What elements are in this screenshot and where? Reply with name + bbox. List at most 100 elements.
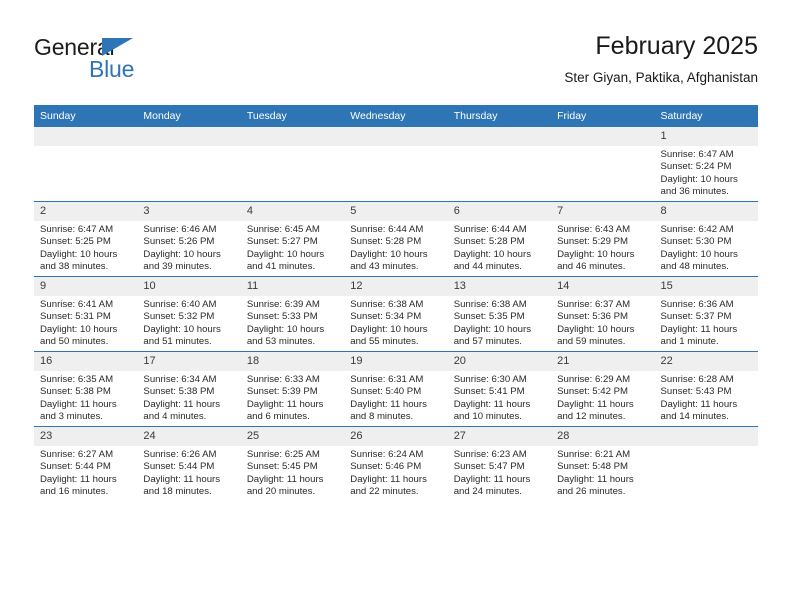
sunset-text: Sunset: 5:29 PM [557,236,629,248]
sunset-text: Sunset: 5:44 PM [40,461,111,473]
calendar-day-cell[interactable]: 14 Sunrise: 6:37 AM Sunset: 5:36 PM Dayligh… [551,276,655,352]
calendar-day-cell[interactable]: 27 Sunrise: 6:23 AM Sunset: 5:47 PM Dayligh… [447,426,552,501]
day-sun-info: Sunrise: 6:26 AM Sunset: 5:44 PM Daylight:… [137,446,240,499]
day-sun-info: Sunrise: 6:36 AM Sunset: 5:37 PM Daylight:… [655,296,758,349]
calendar-day-cell-empty [344,127,448,202]
daylight-text: Daylight: 11 hours and 24 minutes. [453,473,531,498]
daylight-text: Daylight: 10 hours and 43 minutes. [350,248,428,273]
day-number-placeholder [551,127,655,146]
daylight-text: Daylight: 11 hours and 12 minutes. [557,398,634,423]
daylight-text: Daylight: 11 hours and 14 minutes. [660,398,738,423]
day-number: 17 [137,352,241,371]
daylight-text: Daylight: 10 hours and 57 minutes. [453,323,532,348]
day-sun-info: Sunrise: 6:33 AM Sunset: 5:39 PM Daylight:… [241,371,344,424]
calendar-day-cell[interactable]: 21 Sunrise: 6:29 AM Sunset: 5:42 PM Dayligh… [551,351,655,427]
day-number-placeholder [34,127,138,146]
calendar-day-cell[interactable]: 26 Sunrise: 6:24 AM Sunset: 5:46 PM Dayligh… [344,426,448,501]
daylight-text: Daylight: 11 hours and 8 minutes. [350,398,427,423]
weekday-header-wednesday: Wednesday [344,105,448,127]
page-title: February 2025 [595,32,758,60]
calendar-day-cell[interactable]: 25 Sunrise: 6:25 AM Sunset: 5:45 PM Dayligh… [240,426,345,501]
calendar-day-cell[interactable]: 12 Sunrise: 6:38 AM Sunset: 5:34 PM Dayligh… [344,276,448,352]
sunrise-text: Sunrise: 6:31 AM [350,374,424,385]
day-sun-info: Sunrise: 6:39 AM Sunset: 5:33 PM Daylight:… [241,296,344,349]
daylight-text: Daylight: 11 hours and 26 minutes. [557,473,634,498]
sunset-text: Sunset: 5:26 PM [143,236,215,248]
day-number: 9 [34,277,138,296]
sunset-text: Sunset: 5:40 PM [350,386,422,398]
daylight-text: Daylight: 10 hours and 59 minutes. [557,323,635,348]
calendar-day-cell[interactable]: 10 Sunrise: 6:40 AM Sunset: 5:32 PM Dayligh… [137,276,241,352]
daylight-text: Daylight: 10 hours and 55 minutes. [350,323,428,348]
calendar-day-cell[interactable]: 5 Sunrise: 6:44 AM Sunset: 5:28 PM Daylight… [344,201,448,277]
day-number: 11 [240,277,345,296]
sunset-text: Sunset: 5:45 PM [246,461,318,473]
sunrise-text: Sunrise: 6:33 AM [246,374,320,385]
calendar-day-cell[interactable]: 9 Sunrise: 6:41 AM Sunset: 5:31 PM Daylight… [34,276,138,352]
day-number: 4 [240,202,345,221]
day-number-placeholder [654,427,758,446]
sunset-text: Sunset: 5:47 PM [453,461,525,473]
calendar-body: 1 Sunrise: 6:47 AM Sunset: 5:24 PM Daylight… [34,127,758,501]
day-number: 28 [551,427,655,446]
weekday-header-friday: Friday [551,105,655,127]
calendar-day-cell[interactable]: 28 Sunrise: 6:21 AM Sunset: 5:48 PM Dayligh… [551,426,655,501]
day-sun-info: Sunrise: 6:40 AM Sunset: 5:32 PM Daylight:… [137,296,240,349]
day-sun-info: Sunrise: 6:37 AM Sunset: 5:36 PM Daylight:… [551,296,654,349]
calendar-day-cell[interactable]: 15 Sunrise: 6:36 AM Sunset: 5:37 PM Dayligh… [654,276,758,352]
sunrise-text: Sunrise: 6:36 AM [660,299,734,310]
sunrise-text: Sunrise: 6:29 AM [557,374,631,385]
daylight-text: Daylight: 10 hours and 48 minutes. [660,248,738,273]
day-sun-info: Sunrise: 6:38 AM Sunset: 5:35 PM Daylight:… [448,296,551,349]
calendar-day-cell[interactable]: 16 Sunrise: 6:35 AM Sunset: 5:38 PM Dayligh… [34,351,138,427]
calendar-day-cell[interactable]: 2 Sunrise: 6:47 AM Sunset: 5:25 PM Daylight… [34,201,138,277]
calendar-day-cell-empty [137,127,241,202]
day-number: 5 [344,202,448,221]
sunrise-text: Sunrise: 6:42 AM [660,224,734,235]
page-subtitle: Ster Giyan, Paktika, Afghanistan [564,70,758,85]
day-number: 1 [654,127,758,146]
sunset-text: Sunset: 5:46 PM [350,461,422,473]
day-sun-info: Sunrise: 6:44 AM Sunset: 5:28 PM Daylight:… [448,221,551,274]
calendar-day-cell-empty [240,127,345,202]
sunrise-text: Sunrise: 6:41 AM [40,299,114,310]
sunset-text: Sunset: 5:30 PM [660,236,732,248]
day-number: 23 [34,427,138,446]
sunrise-text: Sunrise: 6:37 AM [557,299,631,310]
calendar-day-cell[interactable]: 6 Sunrise: 6:44 AM Sunset: 5:28 PM Daylight… [447,201,552,277]
day-number-placeholder [344,127,448,146]
calendar-day-cell[interactable]: 7 Sunrise: 6:43 AM Sunset: 5:29 PM Daylight… [551,201,655,277]
day-sun-info: Sunrise: 6:46 AM Sunset: 5:26 PM Daylight:… [137,221,240,274]
calendar-day-cell[interactable]: 3 Sunrise: 6:46 AM Sunset: 5:26 PM Daylight… [137,201,241,277]
day-sun-info: Sunrise: 6:35 AM Sunset: 5:38 PM Daylight:… [34,371,137,424]
day-number: 25 [240,427,345,446]
sunrise-text: Sunrise: 6:26 AM [143,449,217,460]
page-header: General Blue February 2025 Ster Giyan, P… [34,30,758,100]
weekday-header-monday: Monday [137,105,241,127]
calendar-day-cell[interactable]: 22 Sunrise: 6:28 AM Sunset: 5:43 PM Dayligh… [654,351,758,427]
day-sun-info: Sunrise: 6:23 AM Sunset: 5:47 PM Daylight:… [448,446,551,499]
calendar-day-cell[interactable]: 17 Sunrise: 6:34 AM Sunset: 5:38 PM Dayligh… [137,351,241,427]
sunrise-text: Sunrise: 6:38 AM [453,299,527,310]
sunset-text: Sunset: 5:39 PM [246,386,318,398]
daylight-text: Daylight: 11 hours and 6 minutes. [246,398,324,423]
day-sun-info: Sunrise: 6:31 AM Sunset: 5:40 PM Daylight:… [344,371,447,424]
calendar-day-cell[interactable]: 23 Sunrise: 6:27 AM Sunset: 5:44 PM Dayligh… [34,426,138,501]
calendar-day-cell[interactable]: 11 Sunrise: 6:39 AM Sunset: 5:33 PM Dayligh… [240,276,345,352]
calendar-day-cell[interactable]: 13 Sunrise: 6:38 AM Sunset: 5:35 PM Dayligh… [447,276,552,352]
calendar-day-cell[interactable]: 20 Sunrise: 6:30 AM Sunset: 5:41 PM Dayligh… [447,351,552,427]
day-sun-info: Sunrise: 6:27 AM Sunset: 5:44 PM Daylight:… [34,446,137,499]
calendar-day-cell[interactable]: 24 Sunrise: 6:26 AM Sunset: 5:44 PM Dayligh… [137,426,241,501]
daylight-text: Daylight: 10 hours and 53 minutes. [246,323,325,348]
sunset-text: Sunset: 5:36 PM [557,311,629,323]
calendar-day-cell[interactable]: 1 Sunrise: 6:47 AM Sunset: 5:24 PM Daylight… [654,127,758,202]
calendar-day-cell[interactable]: 19 Sunrise: 6:31 AM Sunset: 5:40 PM Dayligh… [344,351,448,427]
sunset-text: Sunset: 5:43 PM [660,386,732,398]
day-number-placeholder [137,127,241,146]
day-sun-info: Sunrise: 6:38 AM Sunset: 5:34 PM Daylight:… [344,296,447,349]
weekday-header-thursday: Thursday [447,105,552,127]
calendar-day-cell[interactable]: 18 Sunrise: 6:33 AM Sunset: 5:39 PM Dayligh… [240,351,345,427]
sunrise-text: Sunrise: 6:43 AM [557,224,631,235]
calendar-day-cell[interactable]: 4 Sunrise: 6:45 AM Sunset: 5:27 PM Daylight… [240,201,345,277]
calendar-day-cell[interactable]: 8 Sunrise: 6:42 AM Sunset: 5:30 PM Daylight… [654,201,758,277]
